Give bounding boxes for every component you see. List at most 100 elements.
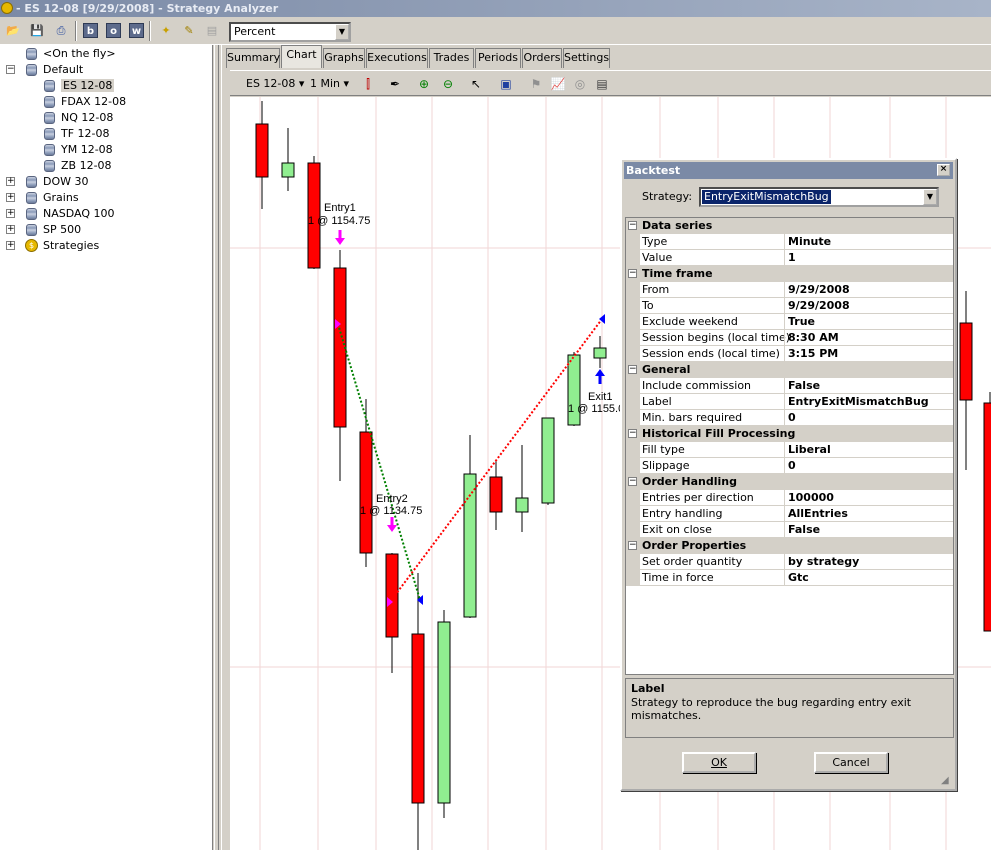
instrument-database-icon bbox=[26, 48, 37, 60]
property-value[interactable]: 9/29/2008 bbox=[784, 298, 953, 314]
resize-grip-icon[interactable]: ◢ bbox=[941, 775, 953, 787]
chevron-down-icon[interactable]: ▼ bbox=[335, 24, 349, 40]
edit-icon[interactable]: ✎ bbox=[180, 22, 198, 39]
print-icon[interactable]: ⎙ bbox=[52, 22, 70, 39]
property-value[interactable]: by strategy bbox=[784, 554, 953, 570]
candle-up bbox=[593, 347, 607, 359]
data-box-icon[interactable]: ▤ bbox=[594, 76, 610, 92]
candlestick-icon[interactable]: ⫿ bbox=[360, 76, 376, 92]
property-row[interactable]: Fill type Liberal bbox=[626, 442, 953, 458]
expand-icon[interactable]: + bbox=[6, 209, 15, 218]
interval-selector[interactable]: 1 Min ▾ bbox=[310, 76, 349, 92]
collapse-icon[interactable]: − bbox=[628, 429, 637, 438]
property-row[interactable]: Entry handling AllEntries bbox=[626, 506, 953, 522]
collapse-icon[interactable]: − bbox=[628, 541, 637, 550]
tree-item[interactable]: ES 12-08 bbox=[44, 78, 115, 94]
properties-icon[interactable]: ▣ bbox=[498, 76, 514, 92]
property-value[interactable]: 9/29/2008 bbox=[784, 282, 953, 298]
tab-orders[interactable]: Orders bbox=[522, 48, 562, 68]
property-value[interactable]: 1 bbox=[784, 250, 953, 266]
property-value[interactable]: 3:15 PM bbox=[784, 346, 953, 362]
tree-item[interactable]: <On the fly> bbox=[26, 46, 116, 62]
property-row[interactable]: Session begins (local time) 8:30 AM bbox=[626, 330, 953, 346]
open-icon[interactable]: 📂 bbox=[4, 22, 22, 39]
property-value[interactable]: AllEntries bbox=[784, 506, 953, 522]
expand-icon[interactable]: + bbox=[6, 193, 15, 202]
tree-item[interactable]: FDAX 12-08 bbox=[44, 94, 126, 110]
property-value[interactable]: 0 bbox=[784, 410, 953, 426]
property-row[interactable]: From 9/29/2008 bbox=[626, 282, 953, 298]
close-icon[interactable]: × bbox=[937, 164, 950, 176]
tree-item[interactable]: + NASDAQ 100 bbox=[6, 206, 115, 222]
cancel-button[interactable]: Cancel bbox=[814, 752, 888, 773]
zoom-out-icon[interactable]: ⊖ bbox=[440, 76, 456, 92]
sparkle-icon[interactable]: ✦ bbox=[157, 22, 175, 39]
w-button[interactable]: w bbox=[129, 23, 144, 38]
chevron-down-icon[interactable]: ▼ bbox=[923, 189, 937, 205]
property-row[interactable]: Exclude weekend True bbox=[626, 314, 953, 330]
tree-item[interactable]: + SP 500 bbox=[6, 222, 81, 238]
property-value[interactable]: Gtc bbox=[784, 570, 953, 586]
collapse-icon[interactable]: − bbox=[6, 65, 15, 74]
property-row[interactable]: Exit on close False bbox=[626, 522, 953, 538]
collapse-icon[interactable]: − bbox=[628, 477, 637, 486]
tree-item[interactable]: + Grains bbox=[6, 190, 79, 206]
property-row[interactable]: Set order quantity by strategy bbox=[626, 554, 953, 570]
property-value[interactable]: Minute bbox=[784, 234, 953, 250]
tab-summary[interactable]: Summary bbox=[226, 48, 280, 68]
zoom-in-icon[interactable]: ⊕ bbox=[416, 76, 432, 92]
ok-button[interactable]: OK bbox=[682, 752, 756, 773]
tree-item[interactable]: + DOW 30 bbox=[6, 174, 89, 190]
tab-periods[interactable]: Periods bbox=[475, 48, 521, 68]
tree-item[interactable]: NQ 12-08 bbox=[44, 110, 113, 126]
property-row[interactable]: Value 1 bbox=[626, 250, 953, 266]
property-row[interactable]: To 9/29/2008 bbox=[626, 298, 953, 314]
property-value[interactable]: 100000 bbox=[784, 490, 953, 506]
tab-settings[interactable]: Settings bbox=[563, 48, 610, 68]
property-value[interactable]: 8:30 AM bbox=[784, 330, 953, 346]
save-icon[interactable]: 💾 bbox=[28, 22, 46, 39]
instrument-selector[interactable]: ES 12-08 ▾ bbox=[246, 76, 304, 92]
property-value[interactable]: False bbox=[784, 522, 953, 538]
o-button[interactable]: o bbox=[106, 23, 121, 38]
instrument-database-icon bbox=[44, 96, 55, 108]
property-value[interactable]: EntryExitMismatchBug bbox=[784, 394, 953, 410]
tree-item[interactable]: TF 12-08 bbox=[44, 126, 110, 142]
collapse-icon[interactable]: − bbox=[628, 221, 637, 230]
tab-executions[interactable]: Executions bbox=[366, 48, 428, 68]
chart-icon[interactable]: 📈 bbox=[550, 76, 566, 92]
tree-item[interactable]: ZB 12-08 bbox=[44, 158, 112, 174]
expand-icon[interactable]: + bbox=[6, 177, 15, 186]
collapse-icon[interactable]: − bbox=[628, 269, 637, 278]
b-button[interactable]: b bbox=[83, 23, 98, 38]
strategy-select[interactable]: EntryExitMismatchBug ▼ bbox=[699, 187, 939, 207]
tree-item[interactable]: YM 12-08 bbox=[44, 142, 113, 158]
expand-icon[interactable]: + bbox=[6, 225, 15, 234]
property-value[interactable]: Liberal bbox=[784, 442, 953, 458]
property-row[interactable]: Session ends (local time) 3:15 PM bbox=[626, 346, 953, 362]
instrument-database-icon bbox=[44, 112, 55, 124]
property-row[interactable]: Time in force Gtc bbox=[626, 570, 953, 586]
property-row[interactable]: Slippage 0 bbox=[626, 458, 953, 474]
property-value[interactable]: False bbox=[784, 378, 953, 394]
display-unit-select[interactable]: Percent ▼ bbox=[229, 22, 351, 42]
globe-icon[interactable]: ◎ bbox=[572, 76, 588, 92]
property-value[interactable]: True bbox=[784, 314, 953, 330]
draw-pen-icon[interactable]: ✒ bbox=[387, 76, 403, 92]
flag-icon[interactable]: ⚑ bbox=[528, 76, 544, 92]
tab-trades[interactable]: Trades bbox=[429, 48, 474, 68]
panel-splitter[interactable] bbox=[214, 45, 223, 850]
expand-icon[interactable]: + bbox=[6, 241, 15, 250]
property-row[interactable]: Min. bars required 0 bbox=[626, 410, 953, 426]
property-row[interactable]: Label EntryExitMismatchBug bbox=[626, 394, 953, 410]
collapse-icon[interactable]: − bbox=[628, 365, 637, 374]
tab-chart[interactable]: Chart bbox=[281, 45, 322, 68]
property-row[interactable]: Include commission False bbox=[626, 378, 953, 394]
tree-item[interactable]: − Default bbox=[6, 62, 83, 78]
property-value[interactable]: 0 bbox=[784, 458, 953, 474]
tree-item[interactable]: + $ Strategies bbox=[6, 238, 99, 254]
property-row[interactable]: Entries per direction 100000 bbox=[626, 490, 953, 506]
property-row[interactable]: Type Minute bbox=[626, 234, 953, 250]
tab-graphs[interactable]: Graphs bbox=[323, 48, 365, 68]
cursor-icon[interactable]: ↖ bbox=[468, 76, 484, 92]
